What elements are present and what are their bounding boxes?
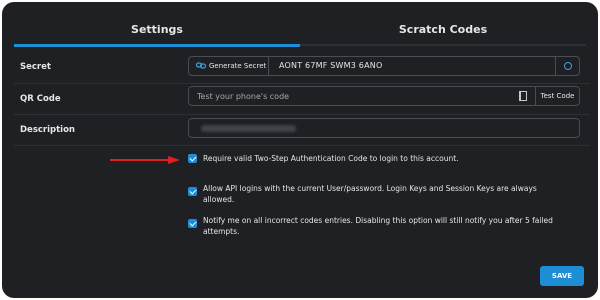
test-code-button[interactable]: Test Code: [535, 87, 579, 105]
row-divider: [14, 145, 590, 146]
row-divider: [14, 114, 590, 115]
option-require-2fa: Require valid Two-Step Authentication Co…: [188, 154, 580, 168]
tab-bar: Settings Scratch Codes: [14, 16, 586, 47]
description-input[interactable]: [188, 118, 580, 138]
generate-secret-label: Generate Secret: [209, 62, 267, 70]
save-button[interactable]: SAVE: [540, 266, 584, 286]
description-label: Description: [20, 125, 75, 135]
generate-secret-button[interactable]: Generate Secret: [189, 57, 269, 75]
secret-settings-button[interactable]: [555, 57, 579, 75]
notify-incorrect-checkbox[interactable]: [188, 219, 197, 228]
active-tab-indicator: [14, 44, 300, 47]
secret-value: AONT 67MF SWM3 6ANO: [279, 61, 383, 70]
require-2fa-text: Require valid Two-Step Authentication Co…: [203, 154, 459, 163]
qr-code-field: Test Code: [188, 86, 580, 106]
tab-scratch-codes[interactable]: Scratch Codes: [300, 16, 586, 44]
allow-api-text: Allow API logins with the current User/p…: [203, 184, 537, 204]
allow-api-checkbox[interactable]: [188, 187, 197, 196]
link-icon: [196, 62, 206, 69]
annotation-arrow: [110, 156, 180, 164]
qr-code-label: QR Code: [20, 94, 61, 104]
option-notify-incorrect: Notify me on all incorrect codes entries…: [188, 216, 580, 240]
secret-field: Generate Secret AONT 67MF SWM3 6ANO: [188, 56, 580, 76]
secret-row: Secret Generate Secret AONT 67MF SWM3 6A…: [14, 54, 590, 84]
require-2fa-checkbox[interactable]: [188, 154, 197, 163]
row-divider: [14, 83, 590, 84]
notify-incorrect-text: Notify me on all incorrect codes entries…: [203, 216, 553, 236]
blurred-description: [201, 125, 296, 132]
qr-code-row: QR Code Test Code: [14, 86, 590, 115]
phone-code-input[interactable]: [197, 87, 517, 105]
two-step-auth-panel: Settings Scratch Codes Secret Generate S…: [2, 2, 598, 298]
option-allow-api-logins: Allow API logins with the current User/p…: [188, 184, 580, 208]
secret-label: Secret: [20, 62, 51, 72]
description-row: Description: [14, 116, 590, 146]
qr-code-icon[interactable]: [519, 91, 527, 101]
tab-settings[interactable]: Settings: [14, 16, 300, 44]
gear-icon: [564, 62, 572, 70]
